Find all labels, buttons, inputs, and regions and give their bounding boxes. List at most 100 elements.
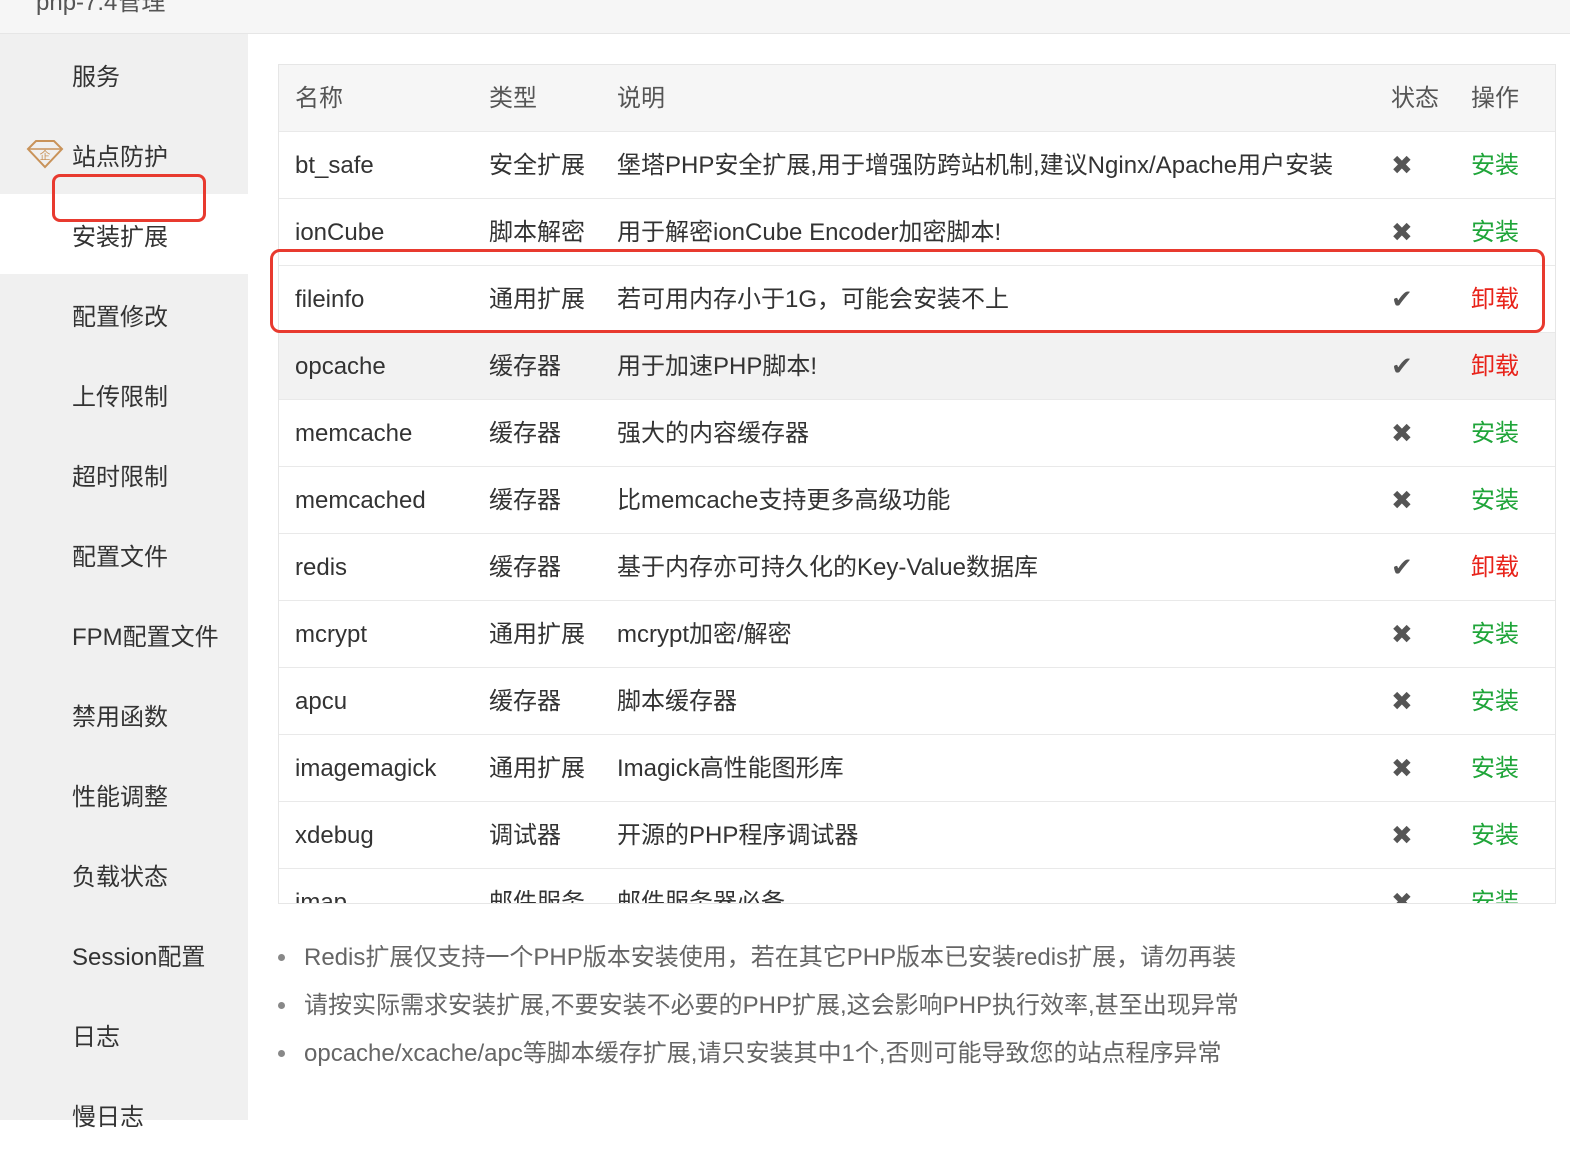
install-button[interactable]: 安装	[1471, 735, 1519, 802]
uninstall-button[interactable]: 卸载	[1471, 266, 1519, 333]
check-icon: ✔	[1391, 284, 1413, 314]
extension-description: 若可用内存小于1G，可能会安装不上	[617, 286, 1010, 313]
extension-description: 邮件服务器必备	[617, 889, 785, 904]
tip-item: 请按实际需求安装扩展,不要安装不必要的PHP扩展,这会影响PHP执行效率,甚至出…	[276, 984, 1276, 1032]
table-row: mcrypt 通用扩展 mcrypt加密/解密 ✖ 安装	[279, 601, 1555, 668]
extension-description: 用于解密ionCube Encoder加密脚本!	[617, 219, 1002, 246]
extension-name: imagemagick	[295, 755, 437, 782]
table-row: memcached 缓存器 比memcache支持更多高级功能 ✖ 安装	[279, 467, 1555, 534]
table-row: memcache 缓存器 强大的内容缓存器 ✖ 安装	[279, 400, 1555, 467]
extension-name: fileinfo	[295, 286, 365, 313]
sidebar-item-label: 配置修改	[72, 303, 168, 331]
install-button[interactable]: 安装	[1471, 400, 1519, 467]
extension-name: mcrypt	[295, 621, 367, 648]
table-row: apcu 缓存器 脚本缓存器 ✖ 安装	[279, 668, 1555, 735]
extension-type: 脚本解密	[489, 219, 585, 246]
extension-description: 堡塔PHP安全扩展,用于增强防跨站机制,建议Nginx/Apache用户安装	[617, 152, 1334, 179]
cross-icon: ✖	[1391, 686, 1413, 716]
extension-type: 缓存器	[489, 487, 561, 514]
header-name: 名称	[295, 85, 343, 112]
check-icon: ✔	[1391, 351, 1413, 381]
sidebar-item-label: Session配置	[72, 943, 206, 971]
table-row: imagemagick 通用扩展 Imagick高性能图形库 ✖ 安装	[279, 735, 1555, 802]
check-icon: ✔	[1391, 552, 1413, 582]
extension-name: apcu	[295, 688, 348, 715]
sidebar-item-session-config[interactable]: Session配置	[0, 914, 248, 994]
extension-type: 缓存器	[489, 420, 561, 447]
cross-icon: ✖	[1391, 150, 1413, 180]
table-row: bt_safe 安全扩展 堡塔PHP安全扩展,用于增强防跨站机制,建议Nginx/A…	[279, 132, 1555, 199]
sidebar-item-label: FPM配置文件	[72, 623, 219, 651]
install-button[interactable]: 安装	[1471, 668, 1519, 735]
sidebar-item-config-file[interactable]: 配置文件	[0, 514, 248, 594]
extension-description: 开源的PHP程序调试器	[617, 822, 859, 849]
svg-text:企: 企	[40, 148, 51, 162]
sidebar-item-label: 慢日志	[72, 1103, 144, 1131]
sidebar-item-label: 负载状态	[72, 863, 168, 891]
sidebar-item-log[interactable]: 日志	[0, 994, 248, 1074]
extension-type: 缓存器	[489, 554, 561, 581]
extension-description: mcrypt加密/解密	[617, 621, 792, 648]
sidebar-item-slow-log[interactable]: 慢日志	[0, 1074, 248, 1154]
table-row: fileinfo 通用扩展 若可用内存小于1G，可能会安装不上 ✔ 卸载	[279, 266, 1555, 333]
install-button[interactable]: 安装	[1471, 869, 1519, 903]
sidebar-item-upload-limit[interactable]: 上传限制	[0, 354, 248, 434]
sidebar-item-config-edit[interactable]: 配置修改	[0, 274, 248, 354]
install-button[interactable]: 安装	[1471, 132, 1519, 199]
extension-name: memcached	[295, 487, 426, 514]
extension-description: 基于内存亦可持久化的Key-Value数据库	[617, 554, 1038, 581]
extension-name: bt_safe	[295, 152, 374, 179]
extension-type: 缓存器	[489, 353, 561, 380]
sidebar-item-label: 日志	[72, 1023, 120, 1051]
cross-icon: ✖	[1391, 619, 1413, 649]
extension-description: 脚本缓存器	[617, 688, 737, 715]
tips-list: Redis扩展仅支持一个PHP版本安装使用，若在其它PHP版本已安装redis扩…	[276, 936, 1276, 1080]
uninstall-button[interactable]: 卸载	[1471, 534, 1519, 601]
install-button[interactable]: 安装	[1471, 199, 1519, 266]
header-type: 类型	[489, 85, 537, 112]
extension-description: 强大的内容缓存器	[617, 420, 809, 447]
sidebar-item-site-protection[interactable]: 企 站点防护	[0, 114, 248, 194]
extension-name: memcache	[295, 420, 413, 447]
sidebar-item-label: 配置文件	[72, 543, 168, 571]
extension-type: 邮件服务	[489, 889, 585, 904]
table-row: ionCube 脚本解密 用于解密ionCube Encoder加密脚本! ✖ 安装	[279, 199, 1555, 266]
install-button[interactable]: 安装	[1471, 601, 1519, 668]
sidebar-item-performance[interactable]: 性能调整	[0, 754, 248, 834]
cross-icon: ✖	[1391, 217, 1413, 247]
sidebar: 服务 企 站点防护 安装扩展 配置修改 上传限制 超时限制 配置文件 FPM配置…	[0, 34, 248, 1131]
extension-name: imap	[295, 889, 348, 904]
sidebar-item-install-extensions[interactable]: 安装扩展	[0, 194, 248, 274]
table-row: imap 邮件服务 邮件服务器必备 ✖ 安装	[279, 869, 1555, 904]
extension-description: 比memcache支持更多高级功能	[617, 487, 951, 514]
cross-icon: ✖	[1391, 418, 1413, 448]
sidebar-item-service[interactable]: 服务	[0, 34, 248, 114]
sidebar-item-label: 服务	[72, 63, 120, 91]
cross-icon: ✖	[1391, 820, 1413, 850]
extension-type: 缓存器	[489, 688, 561, 715]
install-button[interactable]: 安装	[1471, 467, 1519, 534]
tip-item: Redis扩展仅支持一个PHP版本安装使用，若在其它PHP版本已安装redis扩…	[276, 936, 1276, 984]
extension-type: 通用扩展	[489, 286, 585, 313]
table-header: 名称 类型 说明 状态 操作	[279, 65, 1555, 132]
uninstall-button[interactable]: 卸载	[1471, 333, 1519, 400]
cross-icon: ✖	[1391, 485, 1413, 515]
sidebar-item-label: 站点防护	[72, 143, 168, 171]
install-button[interactable]: 安装	[1471, 802, 1519, 869]
extensions-table: 名称 类型 说明 状态 操作 bt_safe 安全扩展 堡塔PHP安全扩展,用于增强…	[278, 64, 1556, 904]
tip-item: opcache/xcache/apc等脚本缓存扩展,请只安装其中1个,否则可能导…	[276, 1032, 1276, 1080]
table-row: xdebug 调试器 开源的PHP程序调试器 ✖ 安装	[279, 802, 1555, 869]
extension-name: opcache	[295, 353, 386, 380]
sidebar-item-fpm-config[interactable]: FPM配置文件	[0, 594, 248, 674]
extension-name: redis	[295, 554, 348, 581]
sidebar-item-disabled-functions[interactable]: 禁用函数	[0, 674, 248, 754]
extension-type: 安全扩展	[489, 152, 585, 179]
enterprise-diamond-icon: 企	[26, 140, 64, 169]
window-titlebar: php-7.4管理	[0, 0, 1570, 34]
sidebar-item-label: 上传限制	[72, 383, 168, 411]
table-row: opcache 缓存器 用于加速PHP脚本! ✔ 卸载	[279, 333, 1555, 400]
sidebar-item-timeout-limit[interactable]: 超时限制	[0, 434, 248, 514]
sidebar-item-load-status[interactable]: 负载状态	[0, 834, 248, 914]
sidebar-item-label: 性能调整	[72, 783, 168, 811]
table-row: redis 缓存器 基于内存亦可持久化的Key-Value数据库 ✔ 卸载	[279, 534, 1555, 601]
